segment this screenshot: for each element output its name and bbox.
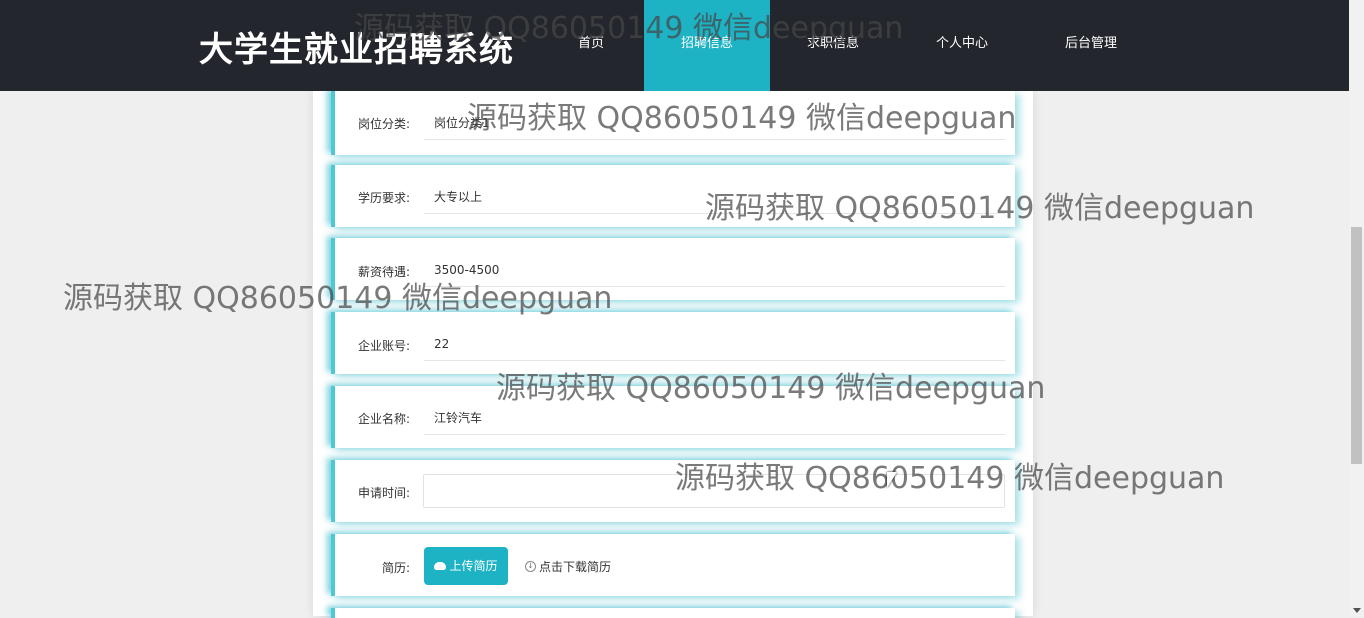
mouse-cursor-icon <box>887 472 897 488</box>
download-circle-icon: ↓ <box>525 561 536 572</box>
nav-admin[interactable]: 后台管理 <box>1028 0 1154 91</box>
nav-job-postings[interactable]: 招聘信息 <box>644 0 770 91</box>
field-row-job-category: 岗位分类: 岗位分类1 <box>331 91 1015 155</box>
field-label: 申请时间: <box>357 486 410 500</box>
field-row-education: 学历要求: 大专以上 <box>331 165 1015 227</box>
download-resume-label: 点击下载简历 <box>539 560 612 574</box>
field-value-company-name[interactable]: 江铃汽车 <box>424 401 1005 435</box>
upload-resume-button[interactable]: 上传简历 <box>424 547 508 585</box>
field-value-job-category[interactable]: 岗位分类1 <box>424 106 1005 140</box>
page-scrollbar[interactable] <box>1349 0 1364 616</box>
apply-time-input[interactable] <box>423 474 1005 508</box>
field-value-salary[interactable]: 3500-4500 <box>424 253 1005 287</box>
field-label: 简历: <box>381 561 410 575</box>
nav-personal-center[interactable]: 个人中心 <box>899 0 1025 91</box>
field-row-salary: 薪资待遇: 3500-4500 <box>331 238 1015 300</box>
field-label: 学历要求: <box>357 191 410 205</box>
site-title: 大学生就业招聘系统 <box>199 30 514 70</box>
top-header: 大学生就业招聘系统 首页 招聘信息 求职信息 个人中心 后台管理 <box>0 0 1349 91</box>
nav-home[interactable]: 首页 <box>528 0 654 91</box>
field-value-education[interactable]: 大专以上 <box>424 180 1005 214</box>
field-row-apply-time: 申请时间: <box>331 460 1015 522</box>
field-row-resume: 简历: 上传简历 ↓ 点击下载简历 <box>331 534 1015 596</box>
cloud-upload-icon <box>434 561 447 570</box>
field-label: 岗位分类: <box>357 117 410 131</box>
field-row-company-name: 企业名称: 江铃汽车 <box>331 386 1015 448</box>
field-row-next <box>331 608 1015 618</box>
upload-resume-label: 上传简历 <box>449 559 498 573</box>
field-value-company-account[interactable]: 22 <box>424 327 1005 361</box>
field-label: 薪资待遇: <box>357 265 410 279</box>
scroll-down-arrow-icon[interactable] <box>1353 608 1361 613</box>
nav-job-seeking[interactable]: 求职信息 <box>770 0 896 91</box>
field-label: 企业名称: <box>357 412 410 426</box>
field-label: 企业账号: <box>357 339 410 353</box>
field-row-company-account: 企业账号: 22 <box>331 312 1015 374</box>
download-resume-link[interactable]: ↓ 点击下载简历 <box>525 558 611 575</box>
scrollbar-thumb[interactable] <box>1351 227 1362 464</box>
